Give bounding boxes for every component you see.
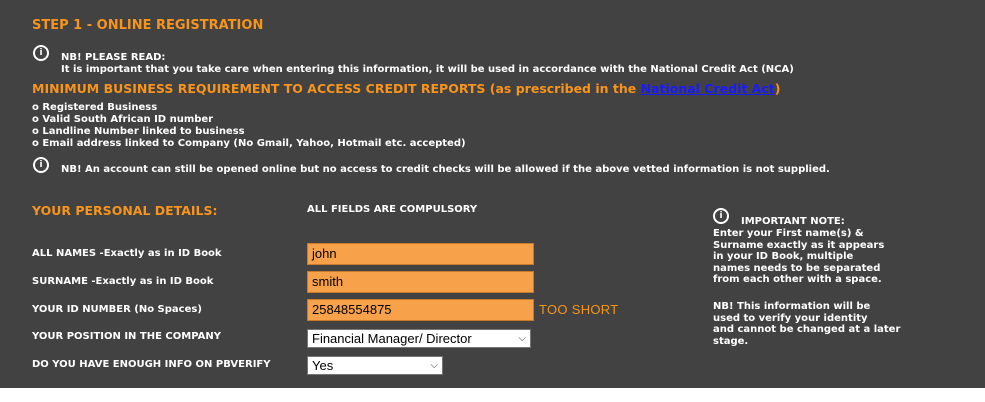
compulsory-note: ALL FIELDS ARE COMPULSORY [307, 204, 478, 215]
min-requirement-paren-close: ) [774, 81, 781, 96]
important-note-line: from each other with a space. [713, 274, 882, 285]
id-number-input[interactable]: 25848554875 [307, 299, 534, 321]
registration-panel: STEP 1 - ONLINE REGISTRATION i NB! PLEAS… [0, 0, 985, 388]
surname-label: SURNAME -Exactly as in ID Book [32, 276, 214, 287]
national-credit-act-link[interactable]: National Credit Act [641, 81, 775, 96]
personal-details-title: YOUR PERSONAL DETAILS: [32, 203, 218, 218]
nb-read-text: It is important that you take care when … [61, 64, 794, 75]
position-label: YOUR POSITION IN THE COMPANY [32, 331, 221, 342]
info-icon: i [33, 45, 49, 61]
nb-account-text: NB! An account can still be opened onlin… [61, 164, 830, 175]
important-note-nb-line: and cannot be changed at a later [713, 324, 901, 335]
list-item: o Landline Number linked to business [32, 126, 245, 137]
min-requirement-prefix: MINIMUM BUSINESS REQUIREMENT TO ACCESS C… [32, 81, 486, 96]
chevron-down-icon: ⌵ [518, 333, 526, 344]
important-note-title: IMPORTANT NOTE: [741, 216, 845, 227]
chevron-down-icon: ⌵ [430, 360, 438, 371]
position-select-value: Financial Manager/ Director [312, 331, 472, 346]
pbverify-info-select-value: Yes [312, 358, 334, 373]
important-note-line: Surname exactly as it appears [713, 239, 885, 251]
surname-input[interactable]: smith [307, 271, 534, 293]
id-error-text: TOO SHORT [539, 302, 619, 317]
important-note-line: in your ID Book, multiple [713, 251, 854, 262]
list-item: o Valid South African ID number [32, 114, 214, 125]
list-item: o Registered Business [32, 102, 158, 113]
min-requirement-title: MINIMUM BUSINESS REQUIREMENT TO ACCESS C… [32, 81, 780, 96]
info-icon: i [33, 157, 49, 173]
important-note-nb-line: stage. [713, 335, 749, 347]
min-requirement-paren-open: (as prescribed in the [485, 81, 641, 96]
nb-read-title: NB! PLEASE READ: [61, 52, 166, 63]
info-icon: i [713, 208, 729, 224]
names-input[interactable]: john [307, 243, 534, 265]
step-title: STEP 1 - ONLINE REGISTRATION [32, 18, 264, 33]
names-label: ALL NAMES -Exactly as in ID Book [32, 248, 222, 259]
important-note-line: names needs to be separated [713, 262, 881, 274]
list-item: o Email address linked to Company (No Gm… [32, 138, 466, 149]
pbverify-info-select[interactable]: Yes ⌵ [307, 356, 443, 375]
important-note-line: Enter your First name(s) & [713, 228, 864, 239]
position-select[interactable]: Financial Manager/ Director ⌵ [307, 329, 531, 348]
id-number-label: YOUR ID NUMBER (No Spaces) [32, 304, 202, 315]
important-note-nb-line: NB! This information will be [713, 301, 871, 312]
important-note-nb-line: used to verify your identity [713, 312, 868, 324]
pbverify-info-label: DO YOU HAVE ENOUGH INFO ON PBVERIFY [32, 359, 271, 370]
